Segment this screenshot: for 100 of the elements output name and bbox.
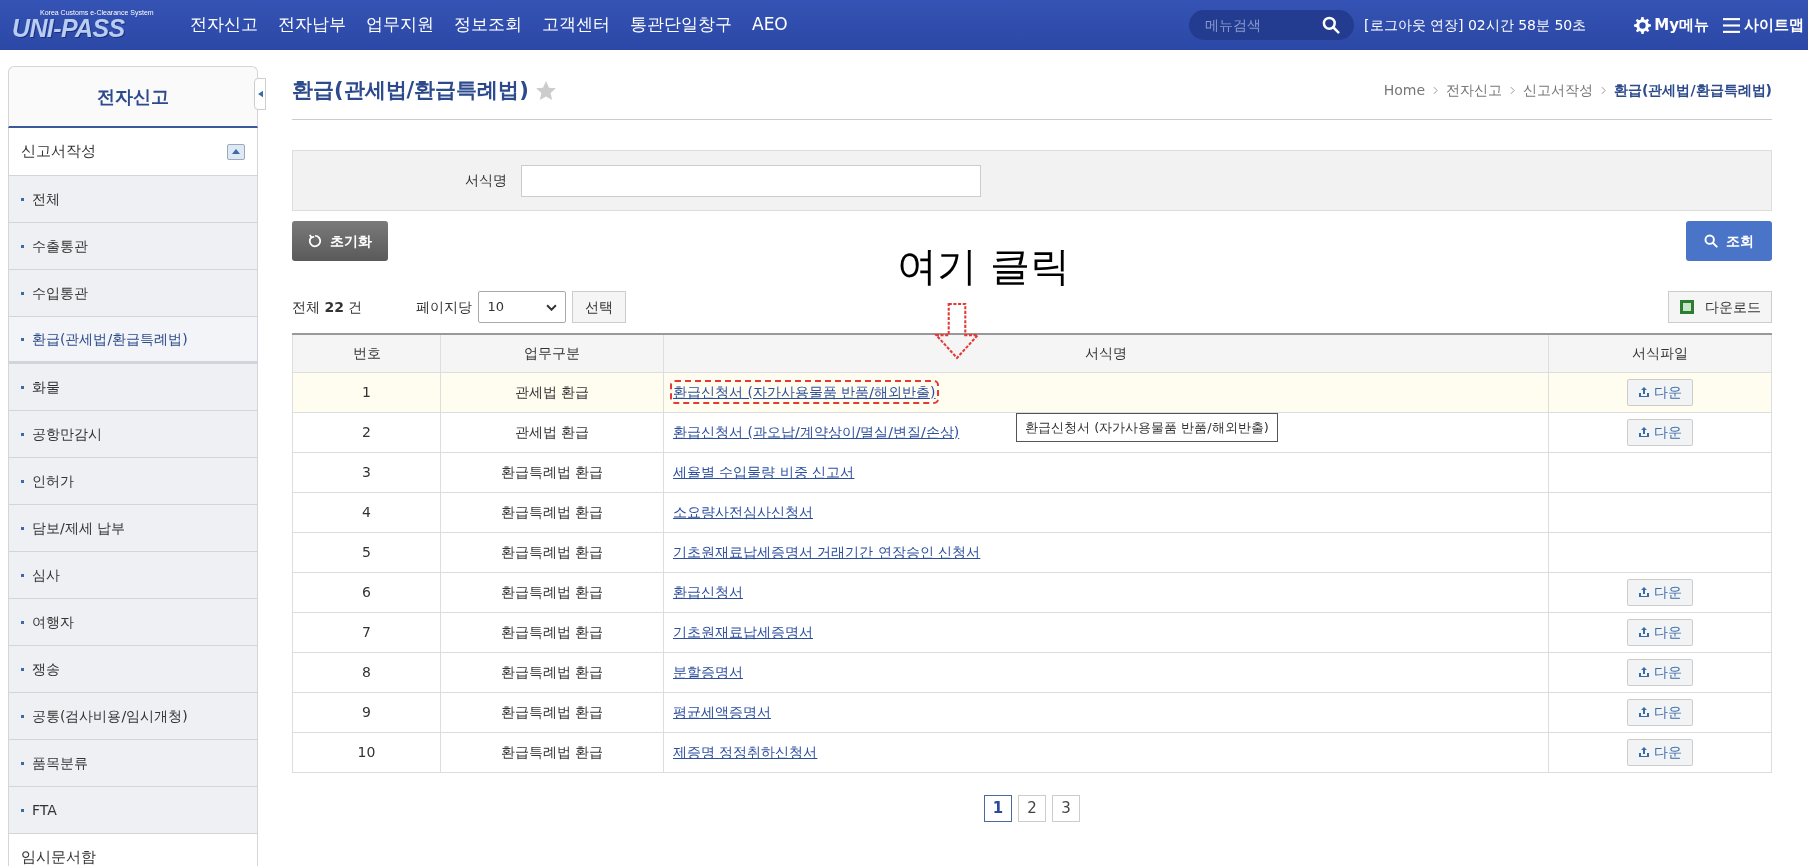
table-row[interactable]: 2 관세법 환급 환급신청서 (과오납/계약상이/멸실/변질/손상) 환급신청서 (자가사용물품 반품/해외반출) 다운 [292, 412, 1772, 452]
spreadsheet-icon [1679, 299, 1695, 315]
sidebar-item[interactable]: 여행자 [8, 599, 258, 646]
table-cell: 환급특례법 환급 [440, 532, 664, 572]
per-page-select[interactable]: 10 [478, 291, 567, 323]
table-cell: 환급특례법 환급 [440, 452, 664, 492]
upload-icon [1638, 586, 1650, 598]
sidebar-item[interactable]: 화물 [8, 364, 258, 411]
sidebar-item[interactable]: 수입통관 [8, 270, 258, 317]
file-download-button[interactable]: 다운 [1627, 378, 1693, 406]
breadcrumb-link[interactable]: Home [1383, 80, 1426, 101]
nav-link[interactable]: 업무지원 [366, 12, 434, 38]
sidebar-item[interactable]: 심사 [8, 552, 258, 599]
table-cell: 9 [292, 692, 441, 732]
table-row[interactable]: 8 환급특례법 환급 분할증명서 다운 [292, 652, 1772, 692]
file-download-button[interactable]: 다운 [1627, 418, 1693, 446]
annotation-text: 여기 클릭 [897, 242, 1070, 291]
breadcrumb-link[interactable]: 전자신고 [1446, 80, 1503, 101]
select-button[interactable]: 선택 [572, 291, 627, 323]
session-timer[interactable]: [로그아웃 연장] 02시간 58분 50초 [1364, 14, 1587, 36]
breadcrumb-link[interactable]: 신고서작성 [1523, 80, 1594, 101]
form-link[interactable]: 평균세액증명서 [672, 701, 772, 722]
sitemap-button[interactable]: 사이트맵 [1723, 13, 1804, 37]
table-row[interactable]: 4 환급특례법 환급 소요량사전심사신청서 [292, 492, 1772, 532]
search-icon [1322, 16, 1341, 34]
column-header: 번호 [292, 334, 441, 372]
table-row[interactable]: 7 환급특례법 환급 기초원재료납세증명서 다운 [292, 612, 1772, 652]
tooltip: 환급신청서 (자가사용물품 반품/해외반출) [1016, 412, 1278, 442]
page-button[interactable]: 1 [984, 794, 1012, 822]
chevron-down-icon [546, 303, 558, 311]
form-link[interactable]: 기초원재료납세증명서 [672, 621, 814, 642]
form-link[interactable]: 분할증명서 [672, 661, 744, 682]
upload-icon [1638, 386, 1650, 398]
star-icon[interactable] [534, 79, 557, 102]
table-cell: 7 [292, 612, 441, 652]
table-row[interactable]: 9 환급특례법 환급 평균세액증명서 다운 [292, 692, 1772, 732]
column-header: 서식명 [663, 334, 1549, 372]
gear-icon [1634, 16, 1652, 34]
upload-icon [1638, 626, 1650, 638]
column-header: 업무구분 [440, 334, 664, 372]
chevron-icon [1601, 86, 1607, 95]
total-count: 전체 22 건 [292, 297, 363, 317]
page-title: 환급(관세법/환급특례법) [292, 76, 529, 104]
page-button[interactable]: 3 [1052, 794, 1080, 822]
sidebar-item[interactable]: 인허가 [8, 458, 258, 505]
nav-link[interactable]: AEO [752, 12, 788, 38]
my-menu-button[interactable]: My메뉴 [1634, 13, 1709, 37]
reset-button[interactable]: 초기화 [292, 221, 388, 261]
form-link[interactable]: 제증명 정정취하신청서 [672, 741, 819, 762]
menu-icon [1723, 17, 1740, 33]
table-row[interactable]: 3 환급특례법 환급 세율별 수입물량 비중 신고서 [292, 452, 1772, 492]
sidebar-item[interactable]: 공항만감시 [8, 411, 258, 458]
table-row[interactable]: 10 환급특례법 환급 제증명 정정취하신청서 다운 [292, 732, 1772, 772]
file-download-button[interactable]: 다운 [1627, 618, 1693, 646]
sidebar-item[interactable]: 담보/제세 납부 [8, 505, 258, 552]
table-cell: 관세법 환급 [440, 372, 664, 412]
form-link[interactable]: 환급신청서 [672, 581, 744, 602]
table-cell: 환급특례법 환급 [440, 692, 664, 732]
collapse-toggle[interactable] [227, 143, 245, 160]
file-download-button[interactable]: 다운 [1627, 578, 1693, 606]
nav-link[interactable]: 정보조회 [454, 12, 522, 38]
form-link[interactable]: 환급신청서 (자가사용물품 반품/해외반출) [672, 381, 937, 402]
file-download-button[interactable]: 다운 [1627, 738, 1693, 766]
nav-link[interactable]: 통관단일창구 [630, 12, 732, 38]
sidebar-item[interactable]: 공통(검사비용/임시개청) [8, 693, 258, 740]
form-link[interactable]: 소요량사전심사신청서 [672, 501, 814, 522]
sidebar-item[interactable]: 쟁송 [8, 646, 258, 693]
nav-link[interactable]: 고객센터 [542, 12, 610, 38]
form-link[interactable]: 세율별 수입물량 비중 신고서 [672, 461, 856, 482]
table-cell: 2 [292, 412, 441, 452]
page-button[interactable]: 2 [1018, 794, 1046, 822]
sidebar-item[interactable]: 품목분류 [8, 740, 258, 787]
form-link[interactable]: 기초원재료납세증명서 거래기간 연장승인 신청서 [672, 541, 982, 562]
table-cell: 환급특례법 환급 [440, 492, 664, 532]
search-icon [1704, 234, 1718, 248]
file-download-button[interactable]: 다운 [1627, 658, 1693, 686]
table-cell: 3 [292, 452, 441, 492]
table-row[interactable]: 1 관세법 환급 환급신청서 (자가사용물품 반품/해외반출) 다운 [292, 372, 1772, 412]
form-link[interactable]: 환급신청서 (과오납/계약상이/멸실/변질/손상) [672, 421, 961, 442]
table-cell: 환급특례법 환급 [440, 572, 664, 612]
nav-link[interactable]: 전자신고 [190, 12, 258, 38]
table-row[interactable]: 5 환급특례법 환급 기초원재료납세증명서 거래기간 연장승인 신청서 [292, 532, 1772, 572]
collapse-sidebar-button[interactable] [254, 78, 266, 110]
column-header: 서식파일 [1548, 334, 1772, 372]
sidebar-item[interactable]: 전체 [8, 176, 258, 223]
caret-icon [232, 149, 240, 154]
sidebar-item[interactable]: FTA [8, 787, 258, 834]
download-button[interactable]: 다운로드 [1668, 291, 1772, 323]
sidebar-item[interactable]: 수출통관 [8, 223, 258, 270]
form-name-field[interactable] [521, 164, 981, 197]
menu-search-field[interactable]: 메뉴검색 [1189, 10, 1355, 40]
sidebar-item[interactable]: 환급(관세법/환급특례법) [8, 317, 258, 364]
table-cell: 1 [292, 372, 441, 412]
nav-link[interactable]: 전자납부 [278, 12, 346, 38]
table-row[interactable]: 6 환급특례법 환급 환급신청서 다운 [292, 572, 1772, 612]
sidebar-section[interactable]: 임시문서함 [8, 834, 258, 866]
file-download-button[interactable]: 다운 [1627, 698, 1693, 726]
search-button[interactable]: 조회 [1686, 221, 1772, 261]
upload-icon [1638, 746, 1650, 758]
breadcrumb-link[interactable]: 환급(관세법/환급특례법) [1614, 80, 1772, 101]
